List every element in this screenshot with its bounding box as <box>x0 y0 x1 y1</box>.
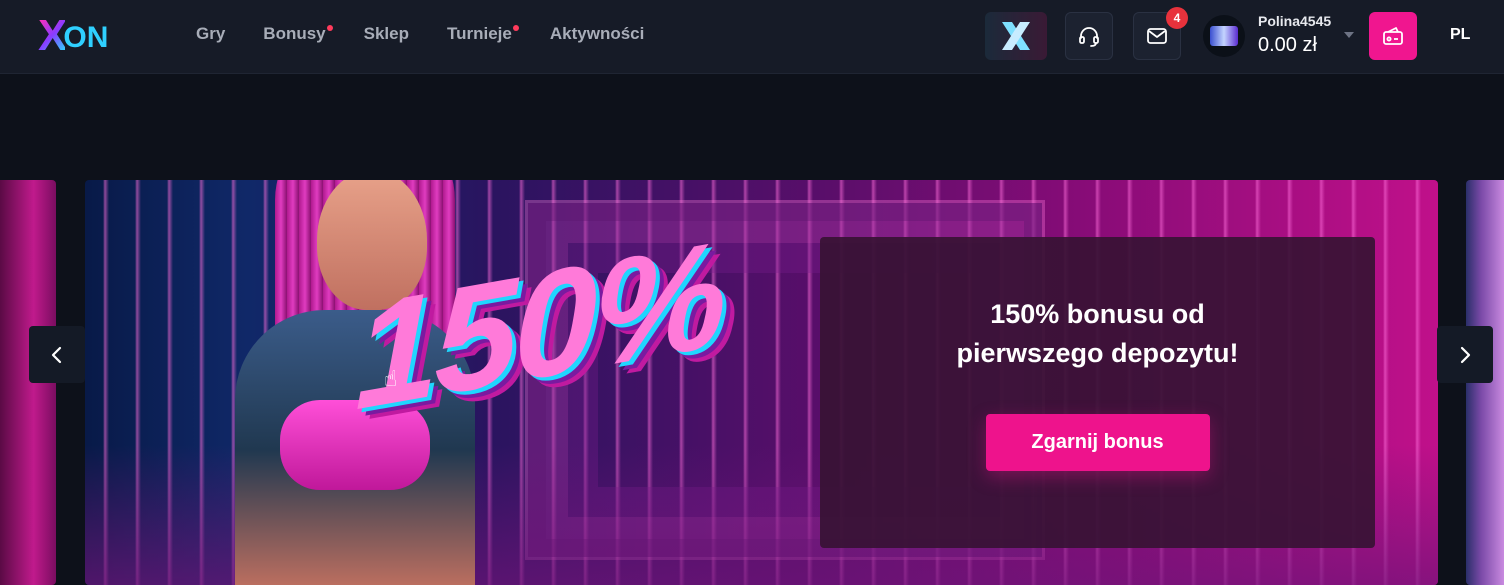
logo-on-letters: ON <box>63 20 109 54</box>
nav-item-bonusy[interactable]: Bonusy <box>263 24 333 44</box>
chevron-right-icon <box>1460 346 1471 363</box>
claim-bonus-button[interactable]: Zgarnij bonus <box>985 414 1210 471</box>
nav-item-label: Bonusy <box>263 24 326 43</box>
wallet-icon <box>1383 27 1403 45</box>
nav-item-label: Gry <box>196 24 226 43</box>
support-button[interactable] <box>1065 12 1113 60</box>
carousel-next-button[interactable] <box>1437 326 1493 383</box>
chevron-down-icon[interactable] <box>1344 32 1354 38</box>
avatar[interactable] <box>1203 15 1245 57</box>
cashier-button[interactable] <box>1369 12 1417 60</box>
nav-item-aktywnosci[interactable]: Aktywności <box>550 24 644 44</box>
main-nav: Gry Bonusy Sklep Turnieje Aktywności <box>196 24 682 44</box>
nav-item-turnieje[interactable]: Turnieje <box>447 24 519 44</box>
messages-button[interactable]: 4 <box>1133 7 1188 60</box>
username[interactable]: Polina4545 <box>1258 13 1331 29</box>
nav-item-gry[interactable]: Gry <box>196 24 225 44</box>
nav-item-label: Turnieje <box>447 24 512 43</box>
promo-title: 150% bonusu od pierwszego depozytu! <box>956 299 1239 368</box>
headset-icon <box>1079 27 1099 47</box>
balance: 0.00 zł <box>1258 34 1317 56</box>
avatar-image <box>1210 26 1238 46</box>
unread-badge: 4 <box>1166 7 1188 29</box>
top-header: X ON Gry Bonusy Sklep Turnieje Aktywnośc… <box>0 0 1504 74</box>
notification-dot <box>326 25 333 31</box>
nav-item-label: Sklep <box>363 24 409 43</box>
language-selector[interactable]: PL <box>1450 26 1470 44</box>
hand-cursor-icon: ☝ <box>384 366 398 391</box>
x-logo-button[interactable] <box>985 12 1047 60</box>
carousel-prev-button[interactable] <box>29 326 85 383</box>
chevron-left-icon <box>51 346 62 363</box>
xon-logo[interactable]: X ON <box>38 12 108 60</box>
promo-card: 150% bonusu od pierwszego depozytu! Zgar… <box>820 237 1375 548</box>
notification-dot <box>512 25 519 31</box>
envelope-icon <box>1147 28 1167 44</box>
logo-x-letter: X <box>38 11 67 60</box>
nav-item-sklep[interactable]: Sklep <box>364 24 409 44</box>
nav-item-label: Aktywności <box>549 24 645 43</box>
promo-banner: 150% 150% bonusu od pierwszego depozytu!… <box>85 180 1438 585</box>
x-logo-icon <box>1002 22 1030 50</box>
